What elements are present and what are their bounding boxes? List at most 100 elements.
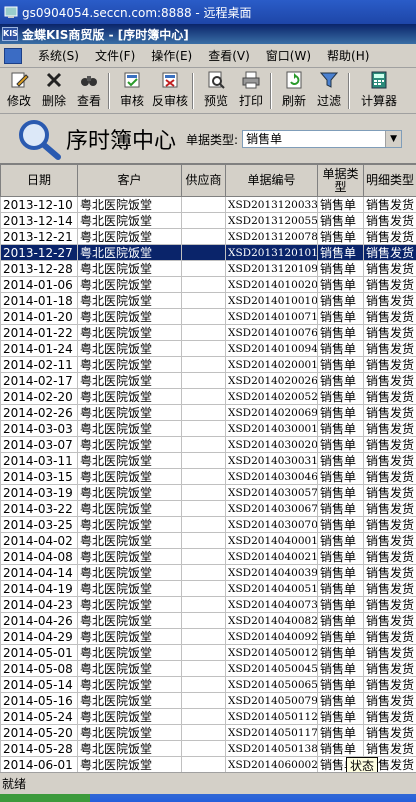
table-row[interactable]: 2014-05-24 粤北医院饭堂 XSD2014050112 销售单 销售发货 — [0, 708, 416, 725]
delete-button[interactable]: 删除 — [38, 69, 70, 113]
cell-date: 2014-03-25 — [0, 516, 78, 533]
menu-file[interactable]: 文件(F) — [87, 47, 143, 64]
table-row[interactable]: 2014-01-22 粤北医院饭堂 XSD2014010076 销售单 销售发货 — [0, 324, 416, 341]
cell-date: 2014-02-11 — [0, 356, 78, 373]
remote-desktop-titlebar[interactable]: gs0904054.seccn.com:8888 - 远程桌面 — [0, 0, 416, 24]
cell-customer: 粤北医院饭堂 — [77, 212, 182, 229]
cell-doc-no: XSD2014050012 — [225, 644, 318, 661]
menu-window[interactable]: 窗口(W) — [258, 47, 319, 64]
cell-date: 2014-05-20 — [0, 724, 78, 741]
cell-doc-type: 销售单 — [317, 596, 364, 613]
start-button[interactable] — [0, 794, 90, 802]
cell-detail-type: 销售发货 — [363, 356, 416, 373]
audit-button[interactable]: 审核 — [116, 69, 148, 113]
table-row[interactable]: 2014-05-20 粤北医院饭堂 XSD2014050117 销售单 销售发货 — [0, 724, 416, 741]
table-row[interactable]: 2014-02-17 粤北医院饭堂 XSD2014020026 销售单 销售发货 — [0, 372, 416, 389]
table-row[interactable]: 2014-04-29 粤北医院饭堂 XSD2014040092 销售单 销售发货 — [0, 628, 416, 645]
chevron-down-icon[interactable]: ▼ — [385, 131, 402, 147]
table-row[interactable]: 2014-04-02 粤北医院饭堂 XSD2014040001 销售单 销售发货 — [0, 532, 416, 549]
column-header-doc-no[interactable]: 单据编号 — [225, 164, 318, 197]
table-row[interactable]: 2014-03-03 粤北医院饭堂 XSD2014030001 销售单 销售发货 — [0, 420, 416, 437]
cell-supplier — [181, 644, 226, 661]
cell-detail-type: 销售发货 — [363, 420, 416, 437]
cell-customer: 粤北医院饭堂 — [77, 420, 182, 437]
table-row[interactable]: 2014-04-08 粤北医院饭堂 XSD2014040021 销售单 销售发货 — [0, 548, 416, 565]
cell-doc-no: XSD2014030020 — [225, 436, 318, 453]
cell-detail-type: 销售发货 — [363, 244, 416, 261]
table-row[interactable]: 2014-05-16 粤北医院饭堂 XSD2014050079 销售单 销售发货 — [0, 692, 416, 709]
cell-date: 2014-03-19 — [0, 484, 78, 501]
app-menu-icon[interactable] — [4, 47, 22, 64]
table-row[interactable]: 2014-05-01 粤北医院饭堂 XSD2014050012 销售单 销售发货 — [0, 644, 416, 661]
column-header-customer[interactable]: 客户 — [77, 164, 182, 197]
table-row[interactable]: 2014-03-22 粤北医院饭堂 XSD2014030067 销售单 销售发货 — [0, 500, 416, 517]
table-row[interactable]: 2013-12-28 粤北医院饭堂 XSD2013120109 销售单 销售发货 — [0, 260, 416, 277]
table-row[interactable]: 2014-03-25 粤北医院饭堂 XSD2014030070 销售单 销售发货 — [0, 516, 416, 533]
table-row[interactable]: 2014-03-07 粤北医院饭堂 XSD2014030020 销售单 销售发货 — [0, 436, 416, 453]
cell-doc-no: XSD2014010094 — [225, 340, 318, 357]
menu-help[interactable]: 帮助(H) — [319, 47, 377, 64]
filter-type-select[interactable]: 销售单 ▼ — [242, 130, 403, 148]
menu-view[interactable]: 查看(V) — [200, 47, 258, 64]
table-row[interactable]: 2014-01-20 粤北医院饭堂 XSD2014010071 销售单 销售发货 — [0, 308, 416, 325]
menu-operate[interactable]: 操作(E) — [143, 47, 200, 64]
cell-customer: 粤北医院饭堂 — [77, 228, 182, 245]
menu-system[interactable]: 系统(S) — [30, 47, 87, 64]
cell-customer: 粤北医院饭堂 — [77, 580, 182, 597]
cell-doc-no: XSD2014030067 — [225, 500, 318, 517]
table-row[interactable]: 2013-12-27 粤北医院饭堂 XSD2013120101 销售单 销售发货 — [0, 244, 416, 261]
table-row[interactable]: 2014-02-26 粤北医院饭堂 XSD2014020069 销售单 销售发货 — [0, 404, 416, 421]
toolbar-separator — [270, 73, 272, 109]
cell-date: 2014-01-06 — [0, 276, 78, 293]
table-row[interactable]: 2013-12-21 粤北医院饭堂 XSD2013120078 销售单 销售发货 — [0, 228, 416, 245]
table-row[interactable]: 2014-01-18 粤北医院饭堂 XSD2014010010 销售单 销售发货 — [0, 292, 416, 309]
cell-doc-no: XSD2014010010 — [225, 292, 318, 309]
cell-detail-type: 销售发货 — [363, 260, 416, 277]
table-row[interactable]: 2014-05-08 粤北医院饭堂 XSD2014050045 销售单 销售发货 — [0, 660, 416, 677]
table-row[interactable]: 2014-04-19 粤北医院饭堂 XSD2014040051 销售单 销售发货 — [0, 580, 416, 597]
table-row[interactable]: 2014-01-06 粤北医院饭堂 XSD2014010020 销售单 销售发货 — [0, 276, 416, 293]
calculator-button[interactable]: 计算器 — [356, 69, 402, 113]
statusbar: 就绪 — [0, 772, 416, 794]
table-row[interactable]: 2014-03-15 粤北医院饭堂 XSD2014030046 销售单 销售发货 — [0, 468, 416, 485]
cell-customer: 粤北医院饭堂 — [77, 196, 182, 213]
table-row[interactable]: 2014-03-19 粤北医院饭堂 XSD2014030057 销售单 销售发货 — [0, 484, 416, 501]
table-row[interactable]: 2014-04-26 粤北医院饭堂 XSD2014040082 销售单 销售发货 — [0, 612, 416, 629]
column-header-date[interactable]: 日期 — [0, 164, 78, 197]
cell-customer: 粤北医院饭堂 — [77, 276, 182, 293]
table-row[interactable]: 2014-02-20 粤北医院饭堂 XSD2014020052 销售单 销售发货 — [0, 388, 416, 405]
cell-detail-type: 销售发货 — [363, 308, 416, 325]
table-row[interactable]: 2014-04-23 粤北医院饭堂 XSD2014040073 销售单 销售发货 — [0, 596, 416, 613]
view-button[interactable]: 查看 — [73, 69, 105, 113]
app-titlebar[interactable]: KIS 金蝶KIS商贸版 - [序时簿中心] — [0, 24, 416, 44]
cell-doc-type: 销售单 — [317, 740, 364, 757]
cell-doc-type: 销售单 — [317, 660, 364, 677]
cell-customer: 粤北医院饭堂 — [77, 340, 182, 357]
table-row[interactable]: 2014-02-11 粤北医院饭堂 XSD2014020001 销售单 销售发货 — [0, 356, 416, 373]
cell-customer: 粤北医院饭堂 — [77, 548, 182, 565]
table-row[interactable]: 2014-05-14 粤北医院饭堂 XSD2014050065 销售单 销售发货 — [0, 676, 416, 693]
cell-doc-no: XSD2013120078 — [225, 228, 318, 245]
unaudit-button[interactable]: 反审核 — [151, 69, 189, 113]
cell-doc-type: 销售单 — [317, 564, 364, 581]
cell-doc-no: XSD2014050045 — [225, 660, 318, 677]
table-row[interactable]: 2014-05-28 粤北医院饭堂 XSD2014050138 销售单 销售发货 — [0, 740, 416, 757]
column-header-detail-type[interactable]: 明细类型 — [363, 164, 416, 197]
print-button[interactable]: 打印 — [235, 69, 267, 113]
remote-desktop-title: gs0904054.seccn.com:8888 - 远程桌面 — [22, 5, 252, 20]
filter-button[interactable]: 过滤 — [313, 69, 345, 113]
cell-doc-no: XSD2014020069 — [225, 404, 318, 421]
refresh-button[interactable]: 刷新 — [278, 69, 310, 113]
cell-doc-no: XSD2014050117 — [225, 724, 318, 741]
modify-button[interactable]: 修改 — [3, 69, 35, 113]
table-row[interactable]: 2013-12-14 粤北医院饭堂 XSD2013120055 销售单 销售发货 — [0, 212, 416, 229]
table-row[interactable]: 2014-03-11 粤北医院饭堂 XSD2014030031 销售单 销售发货 — [0, 452, 416, 469]
cell-detail-type: 销售发货 — [363, 516, 416, 533]
kis-logo-icon: KIS — [2, 27, 18, 41]
column-header-supplier[interactable]: 供应商 — [181, 164, 226, 197]
column-header-doc-type[interactable]: 单据类型 — [317, 164, 364, 197]
table-row[interactable]: 2014-04-14 粤北医院饭堂 XSD2014040039 销售单 销售发货 — [0, 564, 416, 581]
table-row[interactable]: 2014-01-24 粤北医院饭堂 XSD2014010094 销售单 销售发货 — [0, 340, 416, 357]
preview-button[interactable]: 预览 — [200, 69, 232, 113]
table-row[interactable]: 2013-12-10 粤北医院饭堂 XSD2013120033 销售单 销售发货 — [0, 196, 416, 213]
